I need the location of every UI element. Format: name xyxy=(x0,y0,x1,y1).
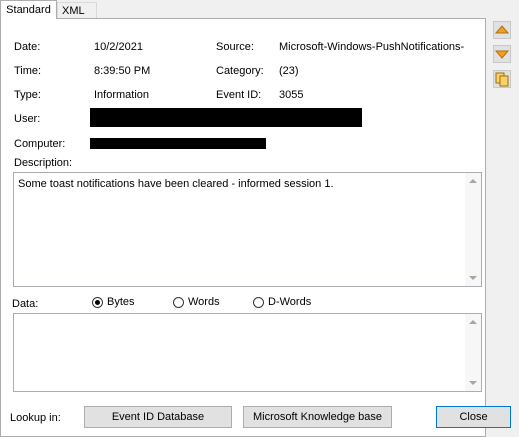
scroll-down-icon[interactable] xyxy=(469,381,477,385)
radio-bytes[interactable]: Bytes xyxy=(92,296,135,308)
up-arrow-icon xyxy=(494,25,510,34)
radio-dwords[interactable]: D-Words xyxy=(253,296,311,308)
radio-unselected-icon xyxy=(173,296,184,308)
data-textbox[interactable] xyxy=(13,313,482,392)
description-scrollbar[interactable] xyxy=(465,173,481,286)
scroll-down-icon[interactable] xyxy=(469,276,477,280)
date-label: Date: xyxy=(14,41,41,53)
tab-standard[interactable]: Standard xyxy=(0,0,57,19)
source-label: Source: xyxy=(216,41,254,53)
description-label: Description: xyxy=(14,157,73,169)
category-label: Category: xyxy=(216,65,264,77)
scroll-up-icon[interactable] xyxy=(469,320,477,324)
computer-value-redacted xyxy=(90,138,266,149)
close-button[interactable]: Close xyxy=(436,406,511,428)
date-value: 10/2/2021 xyxy=(94,41,143,53)
lookup-label: Lookup in: xyxy=(10,412,61,424)
radio-words-label: Words xyxy=(188,296,220,308)
computer-label: Computer: xyxy=(14,138,66,150)
description-text: Some toast notifications have been clear… xyxy=(18,178,334,190)
next-event-button[interactable] xyxy=(493,45,511,63)
radio-words[interactable]: Words xyxy=(173,296,220,308)
category-value: (23) xyxy=(279,65,299,77)
radio-bytes-label: Bytes xyxy=(107,296,135,308)
copy-icon xyxy=(495,72,509,87)
event-id-database-button[interactable]: Event ID Database xyxy=(84,406,232,428)
time-value: 8:39:50 PM xyxy=(94,65,151,77)
scroll-up-icon[interactable] xyxy=(469,179,477,183)
time-label: Time: xyxy=(14,65,42,77)
data-label: Data: xyxy=(12,298,39,310)
previous-event-button[interactable] xyxy=(493,21,511,39)
type-value: Information xyxy=(94,89,150,101)
event-properties-panel: Date: 10/2/2021 Source: Microsoft-Window… xyxy=(0,18,486,437)
source-value: Microsoft-Windows-PushNotifications- xyxy=(279,41,465,53)
user-label: User: xyxy=(14,113,41,125)
type-label: Type: xyxy=(14,89,41,101)
description-textbox[interactable]: Some toast notifications have been clear… xyxy=(13,172,482,287)
data-scrollbar[interactable] xyxy=(465,314,481,391)
radio-selected-icon xyxy=(92,296,103,308)
knowledge-base-button[interactable]: Microsoft Knowledge base xyxy=(243,406,392,428)
event-id-label: Event ID: xyxy=(216,89,262,101)
radio-dwords-label: D-Words xyxy=(268,296,312,308)
radio-unselected-icon xyxy=(253,296,264,308)
user-value-redacted xyxy=(90,108,362,127)
tab-xml[interactable]: XML xyxy=(57,2,97,19)
data-format-radio-group: Bytes Words D-Words xyxy=(92,296,392,310)
down-arrow-icon xyxy=(494,50,510,59)
copy-button[interactable] xyxy=(493,70,511,88)
event-id-value: 3055 xyxy=(279,89,304,101)
